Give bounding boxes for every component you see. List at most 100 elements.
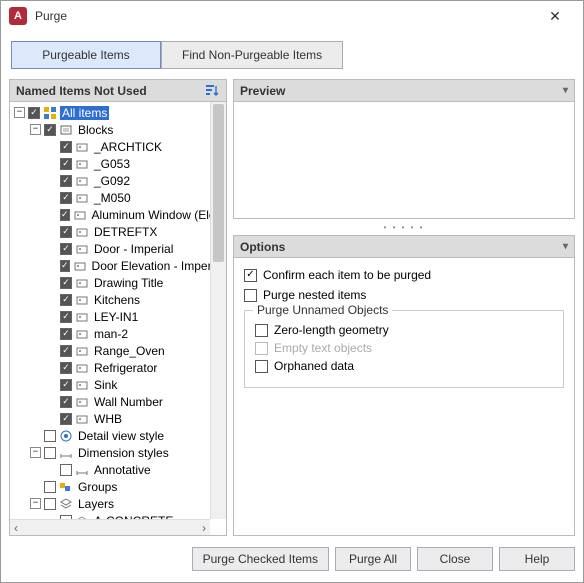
- checkbox[interactable]: [60, 141, 72, 153]
- collapse-icon[interactable]: −: [30, 447, 41, 458]
- tree-node-detail-view-style[interactable]: Detail view style: [10, 427, 210, 444]
- tree-node-block[interactable]: _M050: [10, 189, 210, 206]
- block-icon: [75, 157, 89, 171]
- vertical-scrollbar[interactable]: [210, 102, 226, 519]
- tab-purgeable-items[interactable]: Purgeable Items: [11, 41, 161, 69]
- checkbox[interactable]: [60, 209, 70, 221]
- tree-node-block[interactable]: Range_Oven: [10, 342, 210, 359]
- checkbox[interactable]: [60, 328, 72, 340]
- block-icon: [75, 395, 89, 409]
- checkbox[interactable]: [244, 289, 257, 302]
- checkbox[interactable]: [44, 430, 56, 442]
- collapse-icon[interactable]: −: [30, 124, 41, 135]
- tree-node-block[interactable]: Wall Number: [10, 393, 210, 410]
- tree-label: Dimension styles: [76, 446, 171, 460]
- checkbox[interactable]: [44, 447, 56, 459]
- collapse-icon[interactable]: −: [30, 498, 41, 509]
- splitter-grip[interactable]: • • • • •: [233, 223, 575, 231]
- tree-node-block[interactable]: Kitchens: [10, 291, 210, 308]
- checkbox[interactable]: [255, 360, 268, 373]
- chevron-down-icon[interactable]: ▾: [563, 85, 568, 96]
- tree-node-block[interactable]: Aluminum Window (Elevation): [10, 206, 210, 223]
- scrollbar-thumb[interactable]: [213, 104, 224, 262]
- tree-node-block[interactable]: man-2: [10, 325, 210, 342]
- tree-node-block[interactable]: Drawing Title: [10, 274, 210, 291]
- option-confirm-each[interactable]: Confirm each item to be purged: [244, 268, 564, 282]
- block-category-icon: [59, 123, 73, 137]
- checkbox[interactable]: [60, 158, 72, 170]
- checkbox[interactable]: [60, 362, 72, 374]
- checkbox[interactable]: [60, 345, 72, 357]
- checkbox[interactable]: [60, 294, 72, 306]
- tree-label: WHB: [92, 412, 124, 426]
- tree-label: Groups: [76, 480, 119, 494]
- tree-container: − All items − Blocks _ARCHTICK _G053 _G0…: [10, 102, 226, 535]
- dimension-icon: [59, 446, 73, 460]
- tree-node-block[interactable]: Door Elevation - Imperial: [10, 257, 210, 274]
- tree-node-block[interactable]: WHB: [10, 410, 210, 427]
- tree-node-block[interactable]: _G092: [10, 172, 210, 189]
- tree-label: LEY-IN1: [92, 310, 140, 324]
- close-icon[interactable]: ✕: [535, 8, 575, 25]
- checkbox[interactable]: [28, 107, 40, 119]
- tree-node-layer[interactable]: A-CONCRETE: [10, 512, 210, 519]
- block-icon: [75, 361, 89, 375]
- all-items-icon: [43, 106, 57, 120]
- tree-node-blocks[interactable]: − Blocks: [10, 121, 210, 138]
- options-body: Confirm each item to be purged Purge nes…: [234, 258, 574, 398]
- option-orphaned-data[interactable]: Orphaned data: [255, 359, 553, 373]
- checkbox[interactable]: [244, 269, 257, 282]
- checkbox[interactable]: [44, 481, 56, 493]
- checkbox[interactable]: [60, 175, 72, 187]
- tree-label: Door - Imperial: [92, 242, 175, 256]
- checkbox[interactable]: [44, 498, 56, 510]
- tree-node-dimension-styles[interactable]: − Dimension styles: [10, 444, 210, 461]
- chevron-down-icon[interactable]: ▾: [563, 241, 568, 252]
- checkbox: [255, 342, 268, 355]
- checkbox[interactable]: [255, 324, 268, 337]
- checkbox[interactable]: [60, 226, 72, 238]
- tree-node-block[interactable]: Sink: [10, 376, 210, 393]
- checkbox[interactable]: [44, 124, 56, 136]
- horizontal-scrollbar[interactable]: ‹›: [10, 519, 210, 535]
- checkbox[interactable]: [60, 260, 70, 272]
- sort-icon[interactable]: [204, 83, 220, 99]
- checkbox[interactable]: [60, 379, 72, 391]
- purge-all-button[interactable]: Purge All: [335, 547, 411, 571]
- tree-node-layers[interactable]: − Layers: [10, 495, 210, 512]
- option-purge-nested[interactable]: Purge nested items: [244, 288, 564, 302]
- options-panel: Options ▾ Confirm each item to be purged…: [233, 235, 575, 536]
- help-button[interactable]: Help: [499, 547, 575, 571]
- tree-node-block[interactable]: _ARCHTICK: [10, 138, 210, 155]
- tree-node-block[interactable]: DETREFTX: [10, 223, 210, 240]
- tree[interactable]: − All items − Blocks _ARCHTICK _G053 _G0…: [10, 102, 210, 519]
- close-button[interactable]: Close: [417, 547, 493, 571]
- checkbox[interactable]: [60, 277, 72, 289]
- option-zero-length[interactable]: Zero-length geometry: [255, 323, 553, 337]
- named-items-header: Named Items Not Used: [10, 80, 226, 102]
- checkbox[interactable]: [60, 464, 72, 476]
- tree-label: Detail view style: [76, 429, 166, 443]
- tree-node-dimstyle[interactable]: Annotative: [10, 461, 210, 478]
- block-icon: [75, 310, 89, 324]
- tree-node-block[interactable]: _G053: [10, 155, 210, 172]
- tree-label: Annotative: [92, 463, 153, 477]
- checkbox[interactable]: [60, 311, 72, 323]
- tab-find-non-purgeable[interactable]: Find Non-Purgeable Items: [161, 41, 343, 69]
- tree-node-block[interactable]: Refrigerator: [10, 359, 210, 376]
- block-icon: [75, 378, 89, 392]
- tree-node-all-items[interactable]: − All items: [10, 104, 210, 121]
- tree-node-groups[interactable]: Groups: [10, 478, 210, 495]
- checkbox[interactable]: [60, 396, 72, 408]
- checkbox[interactable]: [60, 413, 72, 425]
- tree-node-block[interactable]: Door - Imperial: [10, 240, 210, 257]
- checkbox[interactable]: [60, 243, 72, 255]
- tree-label: _ARCHTICK: [92, 140, 164, 154]
- scroll-left-icon[interactable]: ‹: [14, 521, 18, 535]
- scroll-right-icon[interactable]: ›: [202, 521, 206, 535]
- collapse-icon[interactable]: −: [14, 107, 25, 118]
- tree-node-block[interactable]: LEY-IN1: [10, 308, 210, 325]
- checkbox[interactable]: [60, 192, 72, 204]
- options-header: Options ▾: [234, 236, 574, 258]
- purge-checked-button[interactable]: Purge Checked Items: [192, 547, 329, 571]
